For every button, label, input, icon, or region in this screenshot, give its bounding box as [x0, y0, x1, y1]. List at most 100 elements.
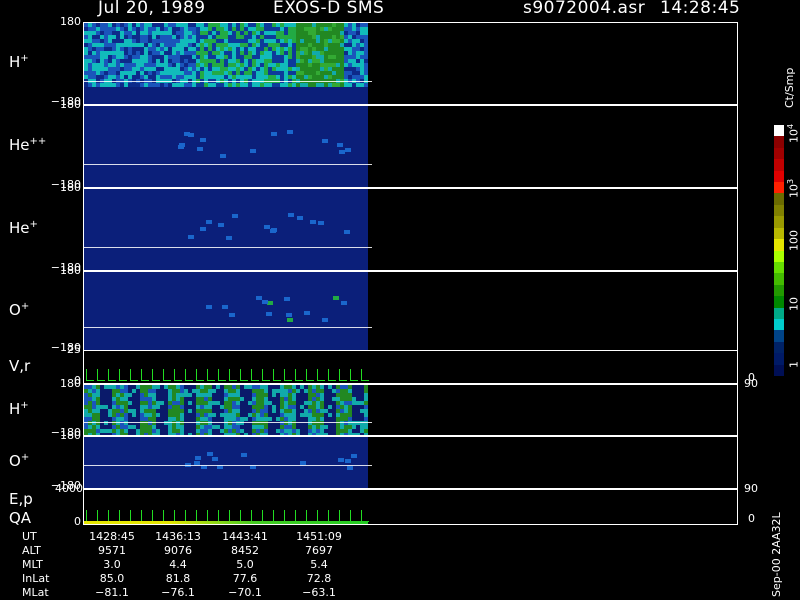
spec-cell — [321, 317, 328, 322]
footer-value: 8452 — [231, 544, 259, 557]
colorbar-swatch — [774, 364, 784, 377]
sawtooth-mark — [163, 369, 171, 381]
sawtooth-mark — [240, 369, 248, 381]
spec-cell — [283, 296, 290, 301]
sawtooth-mark — [262, 369, 270, 381]
footer-label: InLat — [22, 572, 50, 585]
header-date: Jul 20, 1989 — [98, 0, 206, 18]
spec-cell — [226, 235, 233, 240]
panel-label-0: H+ — [9, 53, 29, 71]
spec-cell — [336, 143, 343, 147]
spectrogram-1 — [84, 106, 368, 187]
colorbar-tick-base: 1 — [787, 361, 800, 368]
version-label: Sep-00 2AA32L — [770, 512, 783, 597]
colorbar-swatch — [774, 193, 784, 206]
axis-top-1: 180 — [60, 98, 81, 111]
panel-label-6: O+ — [9, 452, 29, 470]
spec-cell — [263, 224, 270, 229]
spec-cell — [269, 229, 276, 234]
panel-label-3: O+ — [9, 301, 29, 319]
axis-top-4: 25 — [67, 343, 81, 356]
panel-charge: + — [20, 300, 30, 312]
footer-value: 1436:13 — [155, 530, 201, 543]
sawtooth-mark — [196, 369, 204, 381]
spec-cell — [219, 153, 226, 158]
colorbar-tick-2: 100 — [786, 230, 800, 251]
colorbar-tick-base: 100 — [787, 230, 800, 251]
right-axis-bottom-7: 0 — [748, 512, 755, 525]
axis-top-0: 180 — [60, 15, 81, 28]
spectrogram-5 — [84, 385, 368, 435]
sawtooth-mark — [251, 369, 259, 381]
colorbar-swatch — [774, 182, 784, 194]
colorbar-tick-base: 10 — [787, 297, 800, 311]
trace-line — [84, 164, 372, 165]
spec-cell — [177, 145, 184, 150]
spec-cell — [338, 457, 345, 462]
sawtooth-mark — [229, 369, 237, 381]
panel-species: He — [9, 219, 30, 237]
spec-cell — [364, 83, 368, 87]
trace-line — [84, 81, 372, 82]
panel-species: H — [9, 399, 21, 418]
sawtooth-mark — [174, 369, 182, 381]
sawtooth-mark — [141, 369, 149, 381]
colorbar-swatch — [774, 125, 784, 137]
spec-cell — [345, 459, 352, 464]
spec-cell — [256, 296, 263, 301]
footer-value: 1428:45 — [89, 530, 135, 543]
footer-value: 5.4 — [310, 558, 328, 571]
footer-value: 1451:09 — [296, 530, 342, 543]
footer-value: −81.1 — [95, 586, 129, 599]
panel-charge: + — [20, 399, 29, 411]
colorbar-swatch — [774, 284, 784, 297]
sawtooth-mark — [207, 369, 215, 381]
spec-cell — [271, 132, 278, 137]
colorbar-tick-1: 103 — [786, 179, 800, 198]
sawtooth-mark — [97, 369, 105, 381]
footer-value: −76.1 — [161, 586, 195, 599]
spec-cell — [249, 148, 256, 153]
spec-cell — [344, 230, 351, 235]
spectrogram-2 — [84, 189, 368, 270]
axis-top-6: 180 — [60, 429, 81, 442]
spec-cell — [211, 457, 218, 462]
panel-species: O — [9, 300, 21, 319]
colorbar-swatch — [774, 136, 784, 149]
spec-cell — [221, 305, 228, 310]
spec-cell — [199, 138, 206, 143]
colorbar-swatch — [774, 353, 784, 366]
sawtooth-mark — [350, 369, 358, 381]
trace-line — [84, 327, 372, 328]
footer-value: 72.8 — [306, 572, 332, 585]
colorbar-tick-base: 10 — [787, 129, 800, 143]
spec-cell — [339, 149, 346, 154]
colorbar-tick-exp: 4 — [786, 123, 795, 129]
sawtooth-mark — [130, 369, 138, 381]
footer-label: UT — [22, 530, 37, 543]
spec-cell — [351, 453, 358, 458]
spec-cell — [229, 313, 236, 318]
header-file: s9072004.asr — [523, 0, 646, 18]
footer-label: MLT — [22, 558, 43, 571]
spec-cell — [266, 312, 273, 317]
axis-top-5: 180 — [60, 377, 81, 390]
spec-cell — [217, 223, 224, 228]
sawtooth-mark — [306, 369, 314, 381]
spec-cell — [196, 146, 203, 151]
spec-cell — [318, 220, 325, 225]
sawtooth-mark — [108, 369, 116, 381]
axis-top-2: 180 — [60, 181, 81, 194]
spec-cell — [309, 220, 316, 225]
colorbar-swatch — [774, 239, 784, 251]
spec-cell — [297, 215, 304, 220]
header-time: 14:28:45 — [660, 0, 741, 18]
panel-charge: + — [20, 53, 29, 64]
panel-species: V,r — [9, 356, 31, 375]
sawtooth-mark — [218, 369, 226, 381]
spec-cell — [206, 305, 213, 310]
spec-cell — [195, 456, 202, 461]
footer-label: ALT — [22, 544, 41, 557]
footer-value: −63.1 — [302, 586, 336, 599]
spec-cell — [287, 318, 294, 323]
